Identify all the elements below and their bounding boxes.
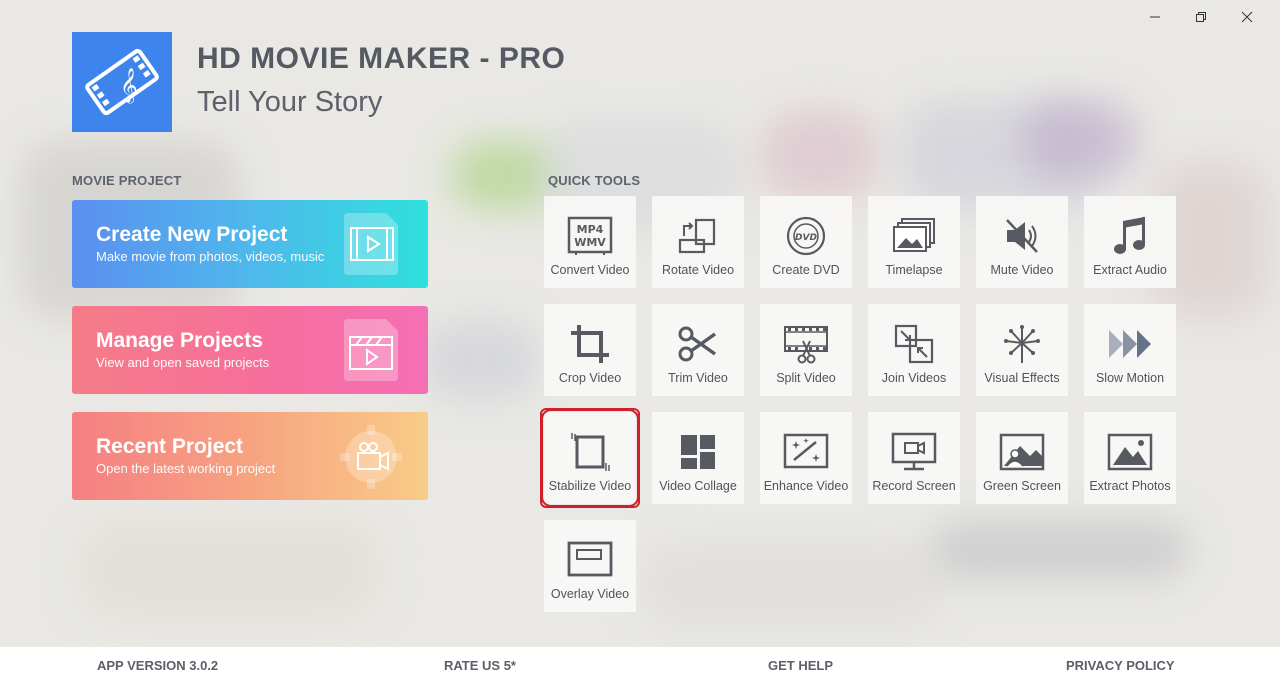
tool-label: Create DVD bbox=[772, 263, 840, 277]
dvd-icon: DVD bbox=[786, 216, 826, 256]
close-icon bbox=[1241, 11, 1253, 23]
scissors-icon bbox=[678, 326, 717, 362]
recent-project-card[interactable]: Recent Project Open the latest working p… bbox=[72, 412, 428, 500]
quick-tools-label: QUICK TOOLS bbox=[548, 173, 641, 188]
tool-trim-video[interactable]: Trim Video bbox=[652, 304, 744, 396]
monitor-camera-icon bbox=[891, 432, 937, 471]
tool-rotate-video[interactable]: Rotate Video bbox=[652, 196, 744, 288]
svg-text:MP4: MP4 bbox=[577, 223, 604, 236]
manage-projects-card[interactable]: Manage Projects View and open saved proj… bbox=[72, 306, 428, 394]
tool-enhance-video[interactable]: Enhance Video bbox=[760, 412, 852, 504]
tool-label: Rotate Video bbox=[661, 263, 735, 277]
restore-button[interactable] bbox=[1178, 6, 1224, 28]
rate-us-link[interactable]: RATE US 5* bbox=[444, 658, 516, 673]
tool-create-dvd[interactable]: DVD Create DVD bbox=[760, 196, 852, 288]
stabilize-icon bbox=[571, 433, 610, 471]
card-title: Create New Project bbox=[96, 223, 288, 246]
film-split-icon bbox=[784, 326, 828, 364]
minimize-icon bbox=[1150, 16, 1160, 18]
fast-forward-icon bbox=[1109, 330, 1151, 358]
svg-text:𝄞: 𝄞 bbox=[120, 68, 138, 104]
get-help-link[interactable]: GET HELP bbox=[768, 658, 833, 673]
fireworks-icon bbox=[1004, 325, 1040, 363]
tool-video-collage[interactable]: Video Collage bbox=[652, 412, 744, 504]
tool-stabilize-video[interactable]: Stabilize Video bbox=[540, 408, 640, 508]
privacy-policy-link[interactable]: PRIVACY POLICY bbox=[1066, 658, 1175, 673]
tool-overlay-video[interactable]: Overlay Video bbox=[544, 520, 636, 612]
tool-label: Record Screen bbox=[872, 479, 956, 493]
tool-crop-video[interactable]: Crop Video bbox=[544, 304, 636, 396]
card-description: Make movie from photos, videos, music bbox=[96, 249, 325, 264]
tool-join-videos[interactable]: Join Videos bbox=[868, 304, 960, 396]
tool-label: Enhance Video bbox=[763, 479, 849, 493]
tool-label: Split Video bbox=[776, 371, 836, 385]
join-icon bbox=[894, 324, 934, 364]
image-icon bbox=[1107, 433, 1153, 471]
overlay-icon bbox=[567, 541, 613, 577]
mute-icon bbox=[1006, 219, 1038, 253]
tool-extract-audio[interactable]: Extract Audio bbox=[1084, 196, 1176, 288]
app-logo: 𝄞 bbox=[72, 32, 172, 132]
create-new-project-card[interactable]: Create New Project Make movie from photo… bbox=[72, 200, 428, 288]
card-description: View and open saved projects bbox=[96, 355, 270, 370]
tool-label: Extract Audio bbox=[1093, 263, 1167, 277]
landscape-person-icon bbox=[999, 433, 1045, 471]
tool-label: Timelapse bbox=[885, 263, 943, 277]
movie-project-label: MOVIE PROJECT bbox=[72, 173, 182, 188]
tool-label: Mute Video bbox=[990, 263, 1054, 277]
music-note-icon bbox=[1114, 217, 1145, 254]
app-version: APP VERSION 3.0.2 bbox=[97, 658, 219, 673]
minimize-button[interactable] bbox=[1132, 6, 1178, 28]
tool-label: Stabilize Video bbox=[548, 479, 632, 493]
clapperboard-icon bbox=[344, 319, 398, 381]
tool-extract-photos[interactable]: Extract Photos bbox=[1084, 412, 1176, 504]
tool-timelapse[interactable]: Timelapse bbox=[868, 196, 960, 288]
tool-convert-video[interactable]: MP4 WMV Convert Video bbox=[544, 196, 636, 288]
close-button[interactable] bbox=[1224, 6, 1270, 28]
app-title: HD MOVIE MAKER - PRO bbox=[197, 42, 566, 75]
tool-label: Join Videos bbox=[881, 371, 947, 385]
restore-icon bbox=[1196, 12, 1206, 22]
svg-text:WMV: WMV bbox=[574, 236, 606, 249]
tool-label: Visual Effects bbox=[984, 371, 1060, 385]
crop-icon bbox=[571, 325, 609, 363]
footer-bar: APP VERSION 3.0.2 RATE US 5* GET HELP PR… bbox=[0, 647, 1280, 680]
tool-label: Convert Video bbox=[550, 263, 630, 277]
magic-wand-icon bbox=[783, 433, 829, 469]
tool-label: Trim Video bbox=[668, 371, 728, 385]
collage-icon bbox=[681, 435, 715, 469]
tool-label: Crop Video bbox=[558, 371, 622, 385]
tool-green-screen[interactable]: Green Screen bbox=[976, 412, 1068, 504]
card-title: Recent Project bbox=[96, 435, 244, 458]
window-controls bbox=[1132, 6, 1270, 28]
app-subtitle: Tell Your Story bbox=[197, 86, 383, 118]
tool-label: Video Collage bbox=[659, 479, 737, 493]
tool-mute-video[interactable]: Mute Video bbox=[976, 196, 1068, 288]
tool-label: Overlay Video bbox=[550, 587, 630, 601]
tool-label: Green Screen bbox=[983, 479, 1061, 493]
rotate-icon bbox=[678, 218, 716, 254]
tool-visual-effects[interactable]: Visual Effects bbox=[976, 304, 1068, 396]
tool-split-video[interactable]: Split Video bbox=[760, 304, 852, 396]
tool-label: Extract Photos bbox=[1089, 479, 1171, 493]
card-description: Open the latest working project bbox=[96, 461, 276, 476]
timelapse-icon bbox=[893, 218, 935, 252]
tool-label: Slow Motion bbox=[1095, 371, 1165, 385]
mp4-wmv-icon: MP4 WMV bbox=[567, 216, 613, 255]
tool-record-screen[interactable]: Record Screen bbox=[868, 412, 960, 504]
film-music-icon: 𝄞 bbox=[85, 48, 159, 116]
card-title: Manage Projects bbox=[96, 329, 263, 352]
gear-camera-icon bbox=[340, 425, 402, 489]
tool-slow-motion[interactable]: Slow Motion bbox=[1084, 304, 1176, 396]
svg-text:DVD: DVD bbox=[795, 233, 817, 243]
video-clip-icon bbox=[344, 213, 398, 275]
